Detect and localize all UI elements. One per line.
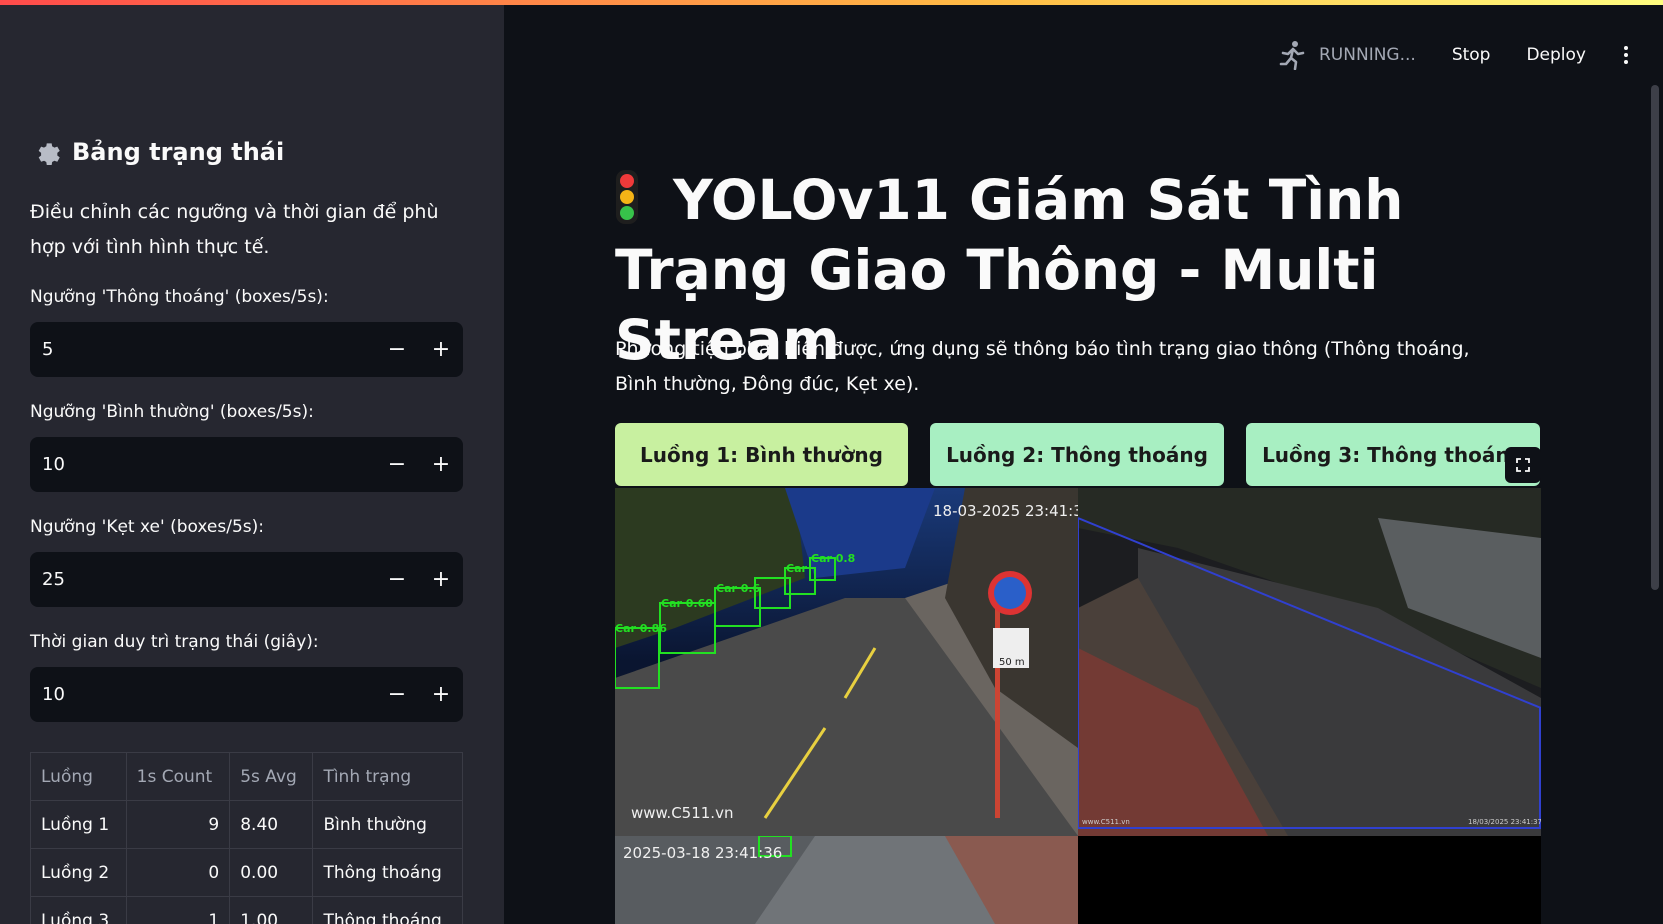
- table-cell: 8.40: [229, 800, 314, 849]
- table-cell: Bình thường: [312, 800, 463, 849]
- top-accent-bar: [0, 0, 1663, 5]
- table-cell: Luồng 2: [30, 848, 127, 897]
- stop-button[interactable]: Stop: [1452, 45, 1491, 65]
- stream-1-status: Luồng 1: Bình thường: [615, 423, 908, 486]
- app-toolbar: RUNNING... Stop Deploy: [1279, 40, 1630, 70]
- column-header[interactable]: Tình trạng: [312, 752, 463, 801]
- threshold-clear-input: 5 − +: [30, 322, 463, 377]
- column-header[interactable]: 1s Count: [125, 752, 231, 801]
- decrement-button[interactable]: −: [375, 667, 419, 722]
- detection-label: Car 0.60: [661, 597, 713, 610]
- sidebar-description: Điều chỉnh các ngưỡng và thời gian để ph…: [30, 201, 439, 258]
- stream-1-watermark: www.C511.vn: [631, 804, 733, 822]
- scrollbar-thumb[interactable]: [1651, 85, 1659, 590]
- threshold-clear-value[interactable]: 5: [30, 339, 375, 360]
- stream-2-timestamp: 18/03/2025 23:41:37: [1468, 818, 1541, 826]
- stream-2-watermark: www.C511.vn: [1082, 818, 1130, 826]
- threshold-normal-label: Ngưỡng 'Bình thường' (boxes/5s):: [30, 402, 314, 422]
- empty-video-slot: [1078, 836, 1541, 924]
- detection-label: Car 0.8: [811, 552, 855, 565]
- threshold-jam-input: 25 − +: [30, 552, 463, 607]
- stream-1-video: 50 m Car 0.86 Car 0.60 Car 0.6 Car Car 0…: [615, 488, 1078, 836]
- table-row: Luồng 2 0 0.00 Thông thoáng: [30, 848, 463, 897]
- increment-button[interactable]: +: [419, 552, 463, 607]
- table-cell: Luồng 3: [30, 896, 127, 924]
- table-cell: 0: [125, 848, 231, 897]
- stream-1-timestamp: 18-03-2025 23:41:35: [933, 502, 1078, 520]
- running-label: RUNNING...: [1319, 45, 1416, 65]
- table-cell: 1: [125, 896, 231, 924]
- deploy-button[interactable]: Deploy: [1526, 45, 1586, 65]
- column-header[interactable]: 5s Avg: [229, 752, 314, 801]
- table-cell: 1.00: [229, 896, 314, 924]
- table-cell: Thông thoáng: [312, 848, 463, 897]
- table-row: Luồng 3 1 1.00 Thông thoáng: [30, 896, 463, 924]
- decrement-button[interactable]: −: [375, 437, 419, 492]
- running-status: RUNNING...: [1279, 40, 1416, 70]
- stream-2-video: www.C511.vn 18/03/2025 23:41:37: [1078, 488, 1541, 836]
- sign-distance-text: 50 m: [999, 657, 1025, 668]
- threshold-clear-label: Ngưỡng 'Thông thoáng' (boxes/5s):: [30, 287, 329, 307]
- sidebar: Bảng trạng thái Điều chỉnh các ngưỡng và…: [0, 5, 504, 924]
- table-header-row: Luồng 1s Count 5s Avg Tình trạng: [30, 752, 463, 801]
- sidebar-header: Bảng trạng thái: [34, 138, 284, 166]
- hold-time-input: 10 − +: [30, 667, 463, 722]
- column-header[interactable]: Luồng: [30, 752, 127, 801]
- detection-label: Car: [786, 562, 807, 575]
- threshold-jam-value[interactable]: 25: [30, 569, 375, 590]
- increment-button[interactable]: +: [419, 437, 463, 492]
- stream-stats-table: Luồng 1s Count 5s Avg Tình trạng Luồng 1…: [30, 752, 463, 924]
- intro-text: Phương tiện phát hiện được, ứng dụng sẽ …: [615, 338, 1470, 395]
- threshold-normal-input: 10 − +: [30, 437, 463, 492]
- fullscreen-icon[interactable]: [1505, 447, 1541, 483]
- decrement-button[interactable]: −: [375, 322, 419, 377]
- increment-button[interactable]: +: [419, 667, 463, 722]
- threshold-jam-label: Ngưỡng 'Kẹt xe' (boxes/5s):: [30, 517, 264, 537]
- threshold-normal-value[interactable]: 10: [30, 454, 375, 475]
- running-man-icon: [1279, 41, 1305, 70]
- increment-button[interactable]: +: [419, 322, 463, 377]
- kebab-menu-icon[interactable]: [1622, 46, 1630, 64]
- hold-time-label: Thời gian duy trì trạng thái (giây):: [30, 632, 319, 652]
- stream-3-video: 2025-03-18 23:41:36: [615, 836, 1078, 924]
- stream-3-timestamp: 2025-03-18 23:41:36: [623, 844, 782, 862]
- stream-2-status: Luồng 2: Thông thoáng: [930, 423, 1224, 486]
- table-cell: 9: [125, 800, 231, 849]
- detection-label: Car 0.6: [716, 582, 761, 595]
- table-cell: Thông thoáng: [312, 896, 463, 924]
- gear-icon: [38, 143, 60, 166]
- sidebar-title: Bảng trạng thái: [72, 138, 285, 166]
- table-row: Luồng 1 9 8.40 Bình thường: [30, 800, 463, 849]
- stream-3-status: Luồng 3: Thông thoáng: [1246, 423, 1540, 486]
- main-content: RUNNING... Stop Deploy YOLOv11 Giám Sát …: [504, 5, 1650, 924]
- traffic-light-icon: [616, 169, 638, 224]
- table-cell: 0.00: [229, 848, 314, 897]
- table-cell: Luồng 1: [30, 800, 127, 849]
- detection-label: Car 0.86: [615, 622, 667, 635]
- hold-time-value[interactable]: 10: [30, 684, 375, 705]
- decrement-button[interactable]: −: [375, 552, 419, 607]
